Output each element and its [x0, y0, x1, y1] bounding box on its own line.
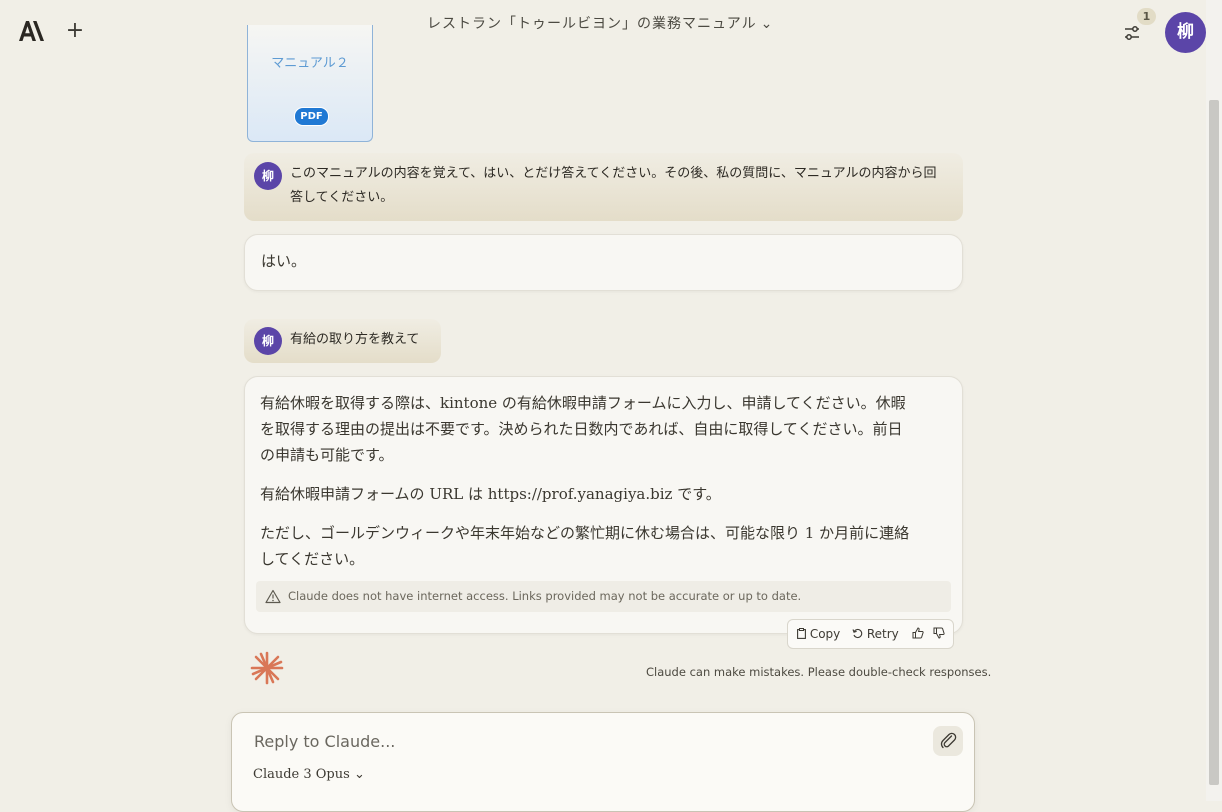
attach-file-button[interactable] — [933, 726, 963, 756]
user-message: 柳 このマニュアルの内容を覚えて、はい、とだけ答えてください。その後、私の質問に… — [244, 153, 963, 221]
retry-label: Retry — [866, 627, 899, 641]
thumbs-up-icon[interactable] — [912, 627, 924, 639]
model-name: Claude 3 Opus — [253, 767, 350, 782]
anthropic-logo-icon[interactable] — [19, 20, 45, 42]
disclaimer-text: Claude can make mistakes. Please double-… — [646, 665, 992, 679]
clipboard-icon — [797, 628, 806, 639]
chevron-down-icon: ⌄ — [760, 16, 774, 32]
scrollbar-thumb[interactable] — [1209, 100, 1219, 785]
copy-button[interactable]: Copy — [797, 627, 840, 641]
notification-badge: 1 — [1137, 8, 1156, 25]
claude-spark-icon — [250, 651, 284, 685]
new-chat-plus-icon[interactable]: + — [64, 20, 86, 43]
chevron-down-icon: ⌄ — [353, 767, 365, 782]
user-message-avatar: 柳 — [254, 162, 282, 190]
assistant-message: はい。 — [244, 234, 963, 291]
retry-icon — [852, 628, 863, 639]
pdf-attachment-card[interactable]: マニュアル２ PDF — [247, 25, 373, 142]
top-bar: + レストラン「トゥールビヨン」の業務マニュアル ⌄ 1 柳 — [0, 0, 1206, 60]
thumbs-down-icon[interactable] — [933, 627, 945, 639]
model-selector[interactable]: Claude 3 Opus ⌄ — [253, 767, 365, 782]
copy-label: Copy — [809, 627, 841, 641]
warning-icon — [265, 589, 281, 604]
paperclip-icon — [940, 732, 957, 749]
assistant-paragraph: 有給休暇申請フォームの URL は https://prof.yanagiya.… — [260, 485, 721, 503]
user-message-avatar: 柳 — [254, 327, 282, 355]
pdf-badge: PDF — [294, 107, 329, 126]
assistant-paragraph: ただし、ゴールデンウィークや年末年始などの繁忙期に休む場合は、可能な限り 1 か… — [260, 524, 910, 568]
assistant-paragraph: 有給休暇を取得する際は、kintone の有給休暇申請フォームに入力し、申請して… — [260, 394, 906, 464]
reply-composer: Claude 3 Opus ⌄ — [231, 712, 975, 812]
scrollbar[interactable] — [1206, 0, 1222, 801]
user-message-text: 有給の取り方を教えて — [290, 332, 420, 347]
reply-input[interactable] — [252, 731, 896, 752]
warning-text: Claude does not have internet access. Li… — [288, 589, 802, 603]
assistant-message: 有給休暇を取得する際は、kintone の有給休暇申請フォームに入力し、申請して… — [244, 376, 963, 634]
user-message: 柳 有給の取り方を教えて — [244, 319, 441, 363]
user-avatar[interactable]: 柳 — [1165, 12, 1206, 53]
message-actions-bar: Copy Retry — [787, 619, 954, 649]
sliders-icon[interactable] — [1120, 22, 1144, 44]
attachment-name: マニュアル２ — [271, 56, 349, 71]
assistant-message-text: はい。 — [261, 252, 307, 270]
conversation-title: レストラン「トゥールビヨン」の業務マニュアル — [427, 16, 757, 32]
user-message-text: このマニュアルの内容を覚えて、はい、とだけ答えてください。その後、私の質問に、マ… — [290, 166, 937, 205]
conversation-title-dropdown[interactable]: レストラン「トゥールビヨン」の業務マニュアル ⌄ — [427, 13, 773, 33]
internet-access-warning: Claude does not have internet access. Li… — [256, 581, 951, 612]
retry-button[interactable]: Retry — [852, 627, 899, 641]
